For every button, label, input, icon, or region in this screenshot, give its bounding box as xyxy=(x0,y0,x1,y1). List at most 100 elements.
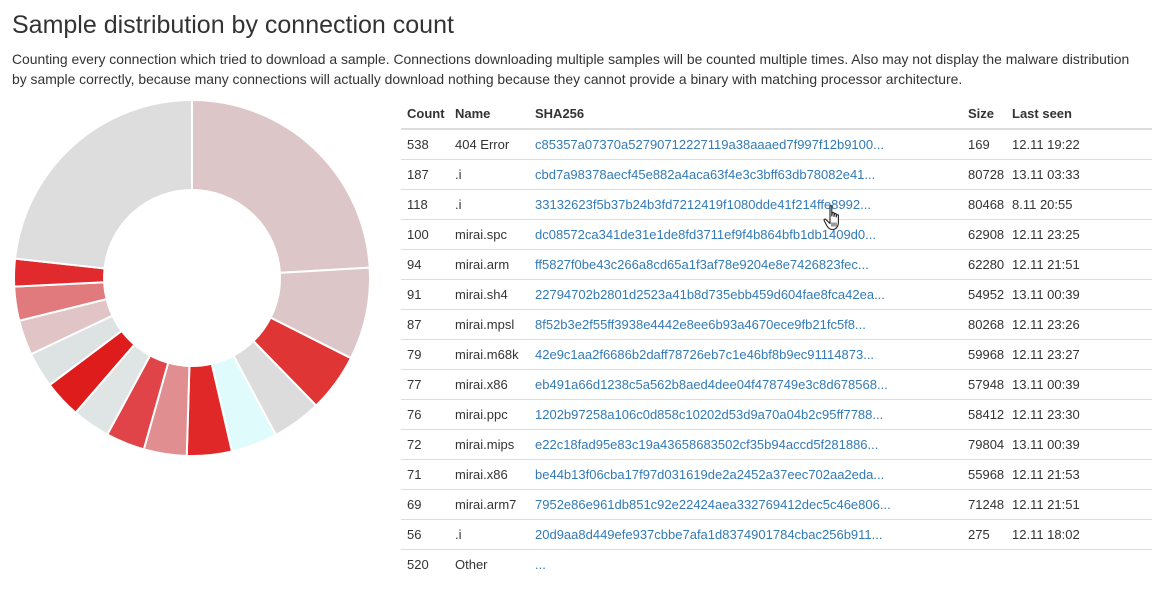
cell-count: 91 xyxy=(401,279,449,310)
cell-name: .i xyxy=(449,159,529,190)
sha256-link[interactable]: 20d9aa8d449efe937cbbe7afa1d8374901784cba… xyxy=(535,527,882,542)
cell-size: 62908 xyxy=(962,219,1006,250)
cell-last-seen: 12.11 21:53 xyxy=(1006,459,1152,490)
cell-last-seen: 12.11 21:51 xyxy=(1006,489,1152,520)
cell-size: 275 xyxy=(962,519,1006,550)
table-row: 187 .i cbd7a98378aecf45e882a4aca63f4e3c3bf… xyxy=(401,159,1152,190)
samples-table-container: Count Name SHA256 Size Last seen 538 404 … xyxy=(401,98,1152,579)
page: Sample distribution by connection count … xyxy=(0,0,1167,592)
cell-last-seen: 12.11 23:25 xyxy=(1006,219,1152,250)
cell-last-seen xyxy=(1006,549,1152,579)
cell-size: 58412 xyxy=(962,399,1006,430)
cell-size xyxy=(962,549,1006,579)
cell-size: 80468 xyxy=(962,189,1006,220)
header-name: Name xyxy=(449,98,529,130)
cell-size: 71248 xyxy=(962,489,1006,520)
cell-count: 187 xyxy=(401,159,449,190)
page-title: Sample distribution by connection count xyxy=(12,11,454,39)
cell-size: 62280 xyxy=(962,249,1006,280)
cell-last-seen: 13.11 03:33 xyxy=(1006,159,1152,190)
sha256-link[interactable]: 8f52b3e2f55ff3938e4442e8ee6b93a4670ece9f… xyxy=(535,317,866,332)
cell-sha256: ... xyxy=(529,549,962,579)
sha256-link[interactable]: 1202b97258a106c0d858c10202d53d9a70a04b2c… xyxy=(535,407,883,422)
cell-sha256: c85357a07370a52790712227119a38aaaed7f997… xyxy=(529,129,962,160)
cell-last-seen: 13.11 00:39 xyxy=(1006,369,1152,400)
cell-size: 79804 xyxy=(962,429,1006,460)
table-row: 79 mirai.m68k 42e9c1aa2f6686b2daff78726eb7… xyxy=(401,339,1152,370)
cell-name: mirai.mpsl xyxy=(449,309,529,340)
donut-slice[interactable] xyxy=(191,98,371,274)
header-count: Count xyxy=(401,98,449,130)
cell-size: 80728 xyxy=(962,159,1006,190)
cell-name: mirai.arm7 xyxy=(449,489,529,520)
cell-count: 76 xyxy=(401,399,449,430)
cell-count: 69 xyxy=(401,489,449,520)
cell-count: 520 xyxy=(401,549,449,579)
cell-name: mirai.x86 xyxy=(449,459,529,490)
sha256-link[interactable]: eb491a66d1238c5a562b8aed4dee04f478749e3c… xyxy=(535,377,888,392)
sha256-link[interactable]: dc08572ca341de31e1de8fd3711ef9f4b864bfb1… xyxy=(535,227,876,242)
cell-last-seen: 8.11 20:55 xyxy=(1006,189,1152,220)
cell-count: 100 xyxy=(401,219,449,250)
cell-sha256: 8f52b3e2f55ff3938e4442e8ee6b93a4670ece9f… xyxy=(529,309,962,340)
donut-slice[interactable] xyxy=(13,98,193,270)
cell-last-seen: 12.11 23:27 xyxy=(1006,339,1152,370)
cell-name: mirai.spc xyxy=(449,219,529,250)
table-row: 520 Other... xyxy=(401,549,1152,579)
sha256-link[interactable]: e22c18fad95e83c19a43658683502cf35b94accd… xyxy=(535,437,878,452)
cell-name: 404 Error xyxy=(455,137,510,152)
cell-sha256: 20d9aa8d449efe937cbbe7afa1d8374901784cba… xyxy=(529,519,962,550)
cell-size: 55968 xyxy=(962,459,1006,490)
cell-last-seen: 12.11 23:30 xyxy=(1006,399,1152,430)
sha256-link[interactable]: ... xyxy=(535,557,546,572)
cell-sha256: 1202b97258a106c0d858c10202d53d9a70a04b2c… xyxy=(529,399,962,430)
cell-last-seen: 12.11 18:02 xyxy=(1006,519,1152,550)
cell-count: 538 xyxy=(407,137,429,152)
table-row: 87 mirai.mpsl 8f52b3e2f55ff3938e4442e8ee6b… xyxy=(401,309,1152,340)
header-last-seen: Last seen xyxy=(1006,98,1152,130)
cell-count: 71 xyxy=(401,459,449,490)
cell-name: .i xyxy=(449,519,529,550)
table-row: 71 mirai.x86 be44b13f06cba17f97d031619de2a… xyxy=(401,459,1152,490)
table-row: 72 mirai.mips e22c18fad95e83c19a4365868350… xyxy=(401,429,1152,460)
table-row: 118 .i 33132623f5b37b24b3fd7212419f1080dde… xyxy=(401,189,1152,220)
cell-sha256: ff5827f0be43c266a8cd65a1f3af78e9204e8e74… xyxy=(529,249,962,280)
table-row: 94 mirai.arm ff5827f0be43c266a8cd65a1f3af7… xyxy=(401,249,1152,280)
table-header-row: Count Name SHA256 Size Last seen xyxy=(401,98,1152,130)
cell-sha256: 33132623f5b37b24b3fd7212419f1080dde41f21… xyxy=(529,189,962,220)
sha256-link[interactable]: 33132623f5b37b24b3fd7212419f1080dde41f21… xyxy=(535,197,871,212)
cell-size: 54952 xyxy=(962,279,1006,310)
cell-sha256: eb491a66d1238c5a562b8aed4dee04f478749e3c… xyxy=(529,369,962,400)
sha256-link[interactable]: 7952e86e961db851c92e22424aea332769412dec… xyxy=(535,497,891,512)
cell-name: mirai.ppc xyxy=(449,399,529,430)
cell-name: mirai.arm xyxy=(449,249,529,280)
cell-last-seen: 13.11 00:39 xyxy=(1006,429,1152,460)
cell-last-seen: 12.11 21:51 xyxy=(1006,249,1152,280)
sha256-link[interactable]: c85357a07370a52790712227119a38aaaed7f997… xyxy=(535,137,884,152)
cell-name: mirai.m68k xyxy=(449,339,529,370)
cell-name: mirai.x86 xyxy=(449,369,529,400)
table-row: 100 mirai.spc dc08572ca341de31e1de8fd3711e… xyxy=(401,219,1152,250)
cell-count: 72 xyxy=(401,429,449,460)
cell-name: Other xyxy=(449,549,529,579)
sha256-link[interactable]: 42e9c1aa2f6686b2daff78726eb7c1e46bf8b9ec… xyxy=(535,347,874,362)
sha256-link[interactable]: cbd7a98378aecf45e882a4aca63f4e3c3bff63db… xyxy=(535,167,875,182)
header-sha256: SHA256 xyxy=(529,98,962,130)
cell-last-seen: 12.11 19:22 xyxy=(1012,137,1080,152)
table-row: 76 mirai.ppc 1202b97258a106c0d858c10202d53… xyxy=(401,399,1152,430)
sha256-link[interactable]: 22794702b2801d2523a41b8d735ebb459d604fae… xyxy=(535,287,885,302)
cell-last-seen: 13.11 00:39 xyxy=(1006,279,1152,310)
cell-sha256: be44b13f06cba17f97d031619de2a2452a37eec7… xyxy=(529,459,962,490)
cell-sha256: 42e9c1aa2f6686b2daff78726eb7c1e46bf8b9ec… xyxy=(529,339,962,370)
cell-count: 56 xyxy=(401,519,449,550)
page-description: Counting every connection which tried to… xyxy=(12,51,1130,87)
samples-table: Count Name SHA256 Size Last seen 538 404 … xyxy=(401,98,1152,579)
table-row: 69 mirai.arm7 7952e86e961db851c92e22424aea… xyxy=(401,489,1152,520)
sha256-link[interactable]: ff5827f0be43c266a8cd65a1f3af78e9204e8e74… xyxy=(535,257,869,272)
cell-last-seen: 12.11 23:26 xyxy=(1006,309,1152,340)
cell-name: mirai.mips xyxy=(449,429,529,460)
sha256-link[interactable]: be44b13f06cba17f97d031619de2a2452a37eec7… xyxy=(535,467,884,482)
cell-sha256: cbd7a98378aecf45e882a4aca63f4e3c3bff63db… xyxy=(529,159,962,190)
cell-sha256: e22c18fad95e83c19a43658683502cf35b94accd… xyxy=(529,429,962,460)
cell-sha256: 7952e86e961db851c92e22424aea332769412dec… xyxy=(529,489,962,520)
